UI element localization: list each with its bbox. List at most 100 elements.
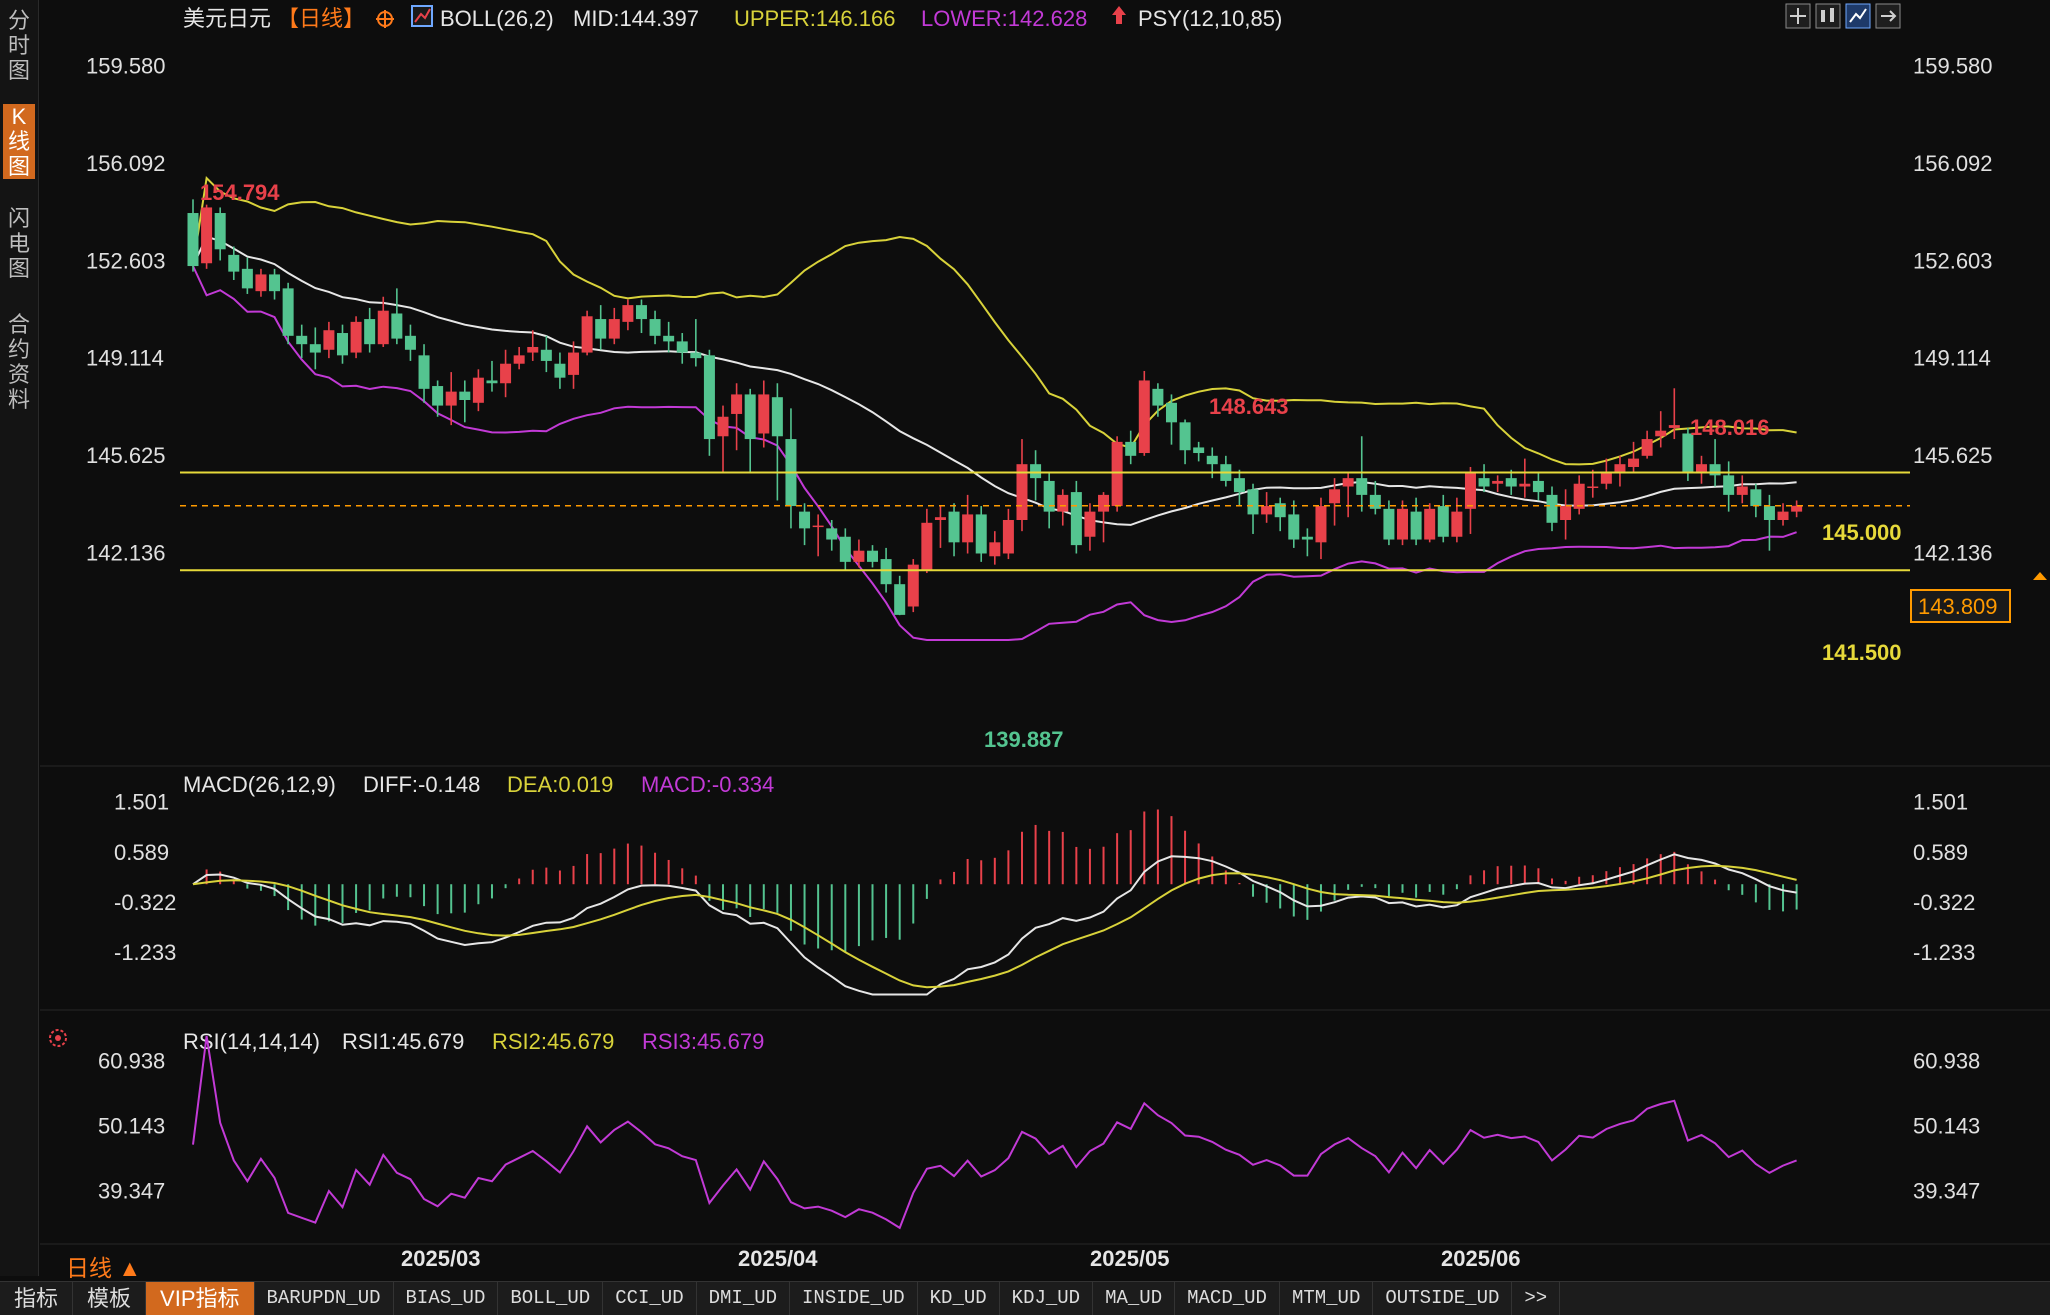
candle[interactable] [894, 575, 906, 616]
candle[interactable] [1723, 461, 1735, 512]
candle[interactable] [595, 305, 607, 350]
candle[interactable] [1424, 503, 1436, 543]
indicator-tab[interactable]: DMI_UD [697, 1282, 791, 1315]
candle[interactable] [1777, 503, 1789, 526]
candle[interactable] [323, 321, 335, 359]
candle[interactable] [1002, 508, 1014, 560]
candle[interactable] [527, 330, 539, 361]
candle[interactable] [1247, 483, 1259, 534]
candle[interactable] [350, 316, 362, 359]
indicator-tab[interactable]: MACD_UD [1175, 1282, 1280, 1315]
candle[interactable] [1125, 430, 1137, 465]
candle[interactable] [486, 360, 498, 392]
candle[interactable] [1084, 503, 1096, 551]
candle[interactable] [731, 383, 743, 451]
candle[interactable] [785, 408, 797, 529]
candle[interactable] [635, 299, 647, 334]
indicator-tab[interactable]: BARUPDN_UD [255, 1282, 394, 1315]
candle[interactable] [500, 349, 512, 398]
tab-time-chart[interactable]: 分时图 [3, 8, 35, 83]
indicator-tab[interactable]: KD_UD [918, 1282, 1000, 1315]
candle[interactable] [1301, 528, 1313, 557]
target-icon[interactable] [376, 10, 394, 28]
candle[interactable] [1193, 441, 1205, 462]
indicator-tab[interactable]: 指标 [0, 1282, 74, 1315]
candle[interactable] [1179, 419, 1191, 465]
candle[interactable] [934, 506, 946, 548]
indicator-tab[interactable]: INSIDE_UD [790, 1282, 918, 1315]
settings-dot-icon[interactable] [49, 1029, 67, 1047]
candle[interactable] [1478, 464, 1490, 493]
candle[interactable] [432, 380, 444, 417]
candle[interactable] [1600, 458, 1612, 490]
candle[interactable] [418, 344, 430, 403]
candle[interactable] [1356, 436, 1368, 512]
indicator-tab[interactable]: MTM_UD [1280, 1282, 1374, 1315]
candle[interactable] [513, 346, 525, 370]
tab-k-line-chart[interactable]: K线图 [3, 104, 35, 179]
indicator-tab[interactable]: CCI_UD [603, 1282, 697, 1315]
candle[interactable] [1165, 394, 1177, 445]
candle[interactable] [771, 383, 783, 501]
candle[interactable] [1532, 472, 1544, 501]
candle[interactable] [1315, 497, 1327, 560]
candle[interactable] [1763, 494, 1775, 551]
candle[interactable] [1383, 500, 1395, 546]
indicator-tab[interactable]: 模板 [73, 1282, 147, 1315]
candle[interactable] [336, 324, 348, 364]
candle[interactable] [1628, 441, 1640, 473]
candle[interactable] [962, 494, 974, 554]
candle[interactable] [1709, 439, 1721, 487]
candle[interactable] [921, 508, 933, 574]
candle[interactable] [1492, 475, 1504, 493]
candle[interactable] [364, 307, 376, 353]
candle[interactable] [269, 268, 281, 300]
indicator-tab[interactable]: BOLL_UD [498, 1282, 604, 1315]
candle[interactable] [1791, 500, 1803, 518]
candle[interactable] [1274, 497, 1286, 532]
candle[interactable] [1070, 480, 1082, 554]
candle[interactable] [1098, 492, 1110, 543]
candle[interactable] [581, 310, 593, 356]
tab-contract-info[interactable]: 合约资料 [3, 312, 35, 412]
indicator-chart-icon[interactable] [411, 5, 433, 27]
candle[interactable] [717, 405, 729, 473]
candle[interactable] [1519, 458, 1531, 498]
indicator-tab[interactable]: KDJ_UD [1000, 1282, 1094, 1315]
candle[interactable] [1451, 497, 1463, 543]
candle[interactable] [1587, 469, 1599, 498]
candle[interactable] [826, 520, 838, 551]
candle[interactable] [1750, 483, 1762, 518]
candle[interactable] [1342, 472, 1354, 518]
chart-canvas[interactable]: 美元日元 【日线】 BOLL(26,2) MID:144.397 UPPER:1… [40, 0, 2050, 1276]
chart-layout-icon[interactable] [1845, 3, 1871, 29]
candle[interactable] [907, 559, 919, 613]
candle[interactable] [608, 307, 620, 345]
candle[interactable] [201, 204, 213, 269]
candle[interactable] [554, 352, 566, 389]
candle[interactable] [187, 199, 199, 272]
candle[interactable] [690, 319, 702, 367]
candle[interactable] [1573, 475, 1585, 515]
candle[interactable] [1410, 497, 1422, 546]
candle[interactable] [1437, 494, 1449, 543]
crosshair-tool-icon[interactable] [1785, 3, 1811, 29]
candle[interactable] [1614, 455, 1626, 487]
candle[interactable] [214, 207, 226, 261]
indicator-tab[interactable]: >> [1512, 1282, 1561, 1315]
candle[interactable] [391, 288, 403, 345]
candle[interactable] [663, 321, 675, 353]
candle[interactable] [1261, 492, 1273, 523]
candle[interactable] [676, 333, 688, 364]
candle[interactable] [1736, 475, 1748, 504]
candle[interactable] [703, 349, 715, 456]
candle[interactable] [622, 299, 634, 331]
candle[interactable] [241, 257, 253, 294]
candle[interactable] [649, 310, 661, 345]
indicator-tab[interactable]: VIP指标 [146, 1282, 255, 1315]
candle[interactable] [1057, 489, 1069, 526]
candle[interactable] [459, 380, 471, 423]
indicator-tab[interactable]: BIAS_UD [394, 1282, 499, 1315]
candle[interactable] [799, 503, 811, 546]
candle[interactable] [1138, 370, 1150, 456]
